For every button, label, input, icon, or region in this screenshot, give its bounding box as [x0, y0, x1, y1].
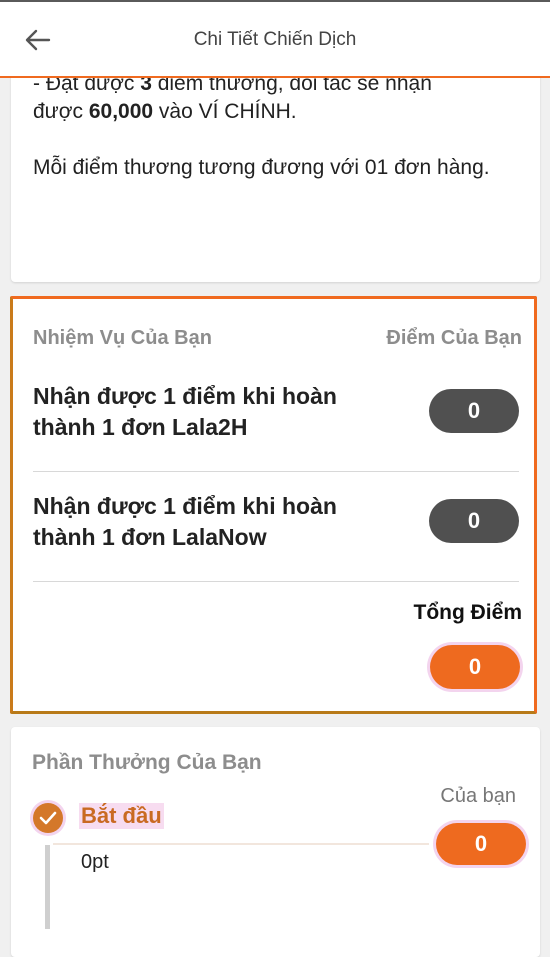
app-bar: Chi Tiết Chiến Dịch	[0, 2, 550, 78]
task-row: Nhận được 1 điểm khi hoàn thành 1 đơn La…	[33, 361, 519, 472]
rewards-card: Phần Thưởng Của Bạn Của bạn Bắt đầu 0 0p…	[11, 727, 540, 957]
task-row: Nhận được 1 điểm khi hoàn thành 1 đơn La…	[33, 471, 519, 582]
campaign-description: - Đạt được 3 điểm thưởng, đối tác sẽ nhậ…	[33, 70, 523, 182]
desc-text-segment: được	[33, 100, 89, 123]
milestone-points: 0pt	[81, 851, 109, 873]
your-points-label: Của bạn	[440, 785, 516, 807]
task-label: Nhận được 1 điểm khi hoàn thành 1 đơn La…	[33, 493, 337, 550]
check-circle-icon	[33, 803, 63, 833]
check-icon	[39, 811, 57, 825]
task-points-badge: 0	[429, 389, 519, 433]
description-line-2: được 60,000 vào VÍ CHÍNH.	[33, 98, 523, 126]
milestone-progress-line	[45, 845, 50, 929]
tasks-card: Nhiệm Vụ Của Bạn Điểm Của Bạn Nhận được …	[10, 296, 537, 714]
desc-text-segment: vào VÍ CHÍNH.	[153, 100, 297, 123]
description-paragraph-2: Mỗi điểm thương tương đương với 01 đơn h…	[33, 156, 490, 179]
rewards-title: Phần Thưởng Của Bạn	[32, 751, 262, 774]
your-points-badge: 0	[436, 823, 526, 865]
tasks-header-label: Nhiệm Vụ Của Bạn	[33, 327, 212, 349]
total-points-badge: 0	[430, 645, 520, 689]
page-title: Chi Tiết Chiến Dịch	[193, 29, 357, 50]
milestone-label: Bắt đầu	[79, 803, 164, 829]
desc-reward-amount: 60,000	[88, 100, 154, 123]
task-points-badge: 0	[429, 499, 519, 543]
task-label: Nhận được 1 điểm khi hoàn thành 1 đơn La…	[33, 383, 337, 440]
progress-track	[53, 843, 429, 845]
campaign-description-card: - Đạt được 3 điểm thưởng, đối tác sẽ nhậ…	[11, 60, 540, 282]
points-header-label: Điểm Của Bạn	[386, 327, 522, 349]
total-points-label: Tổng Điểm	[413, 601, 523, 624]
